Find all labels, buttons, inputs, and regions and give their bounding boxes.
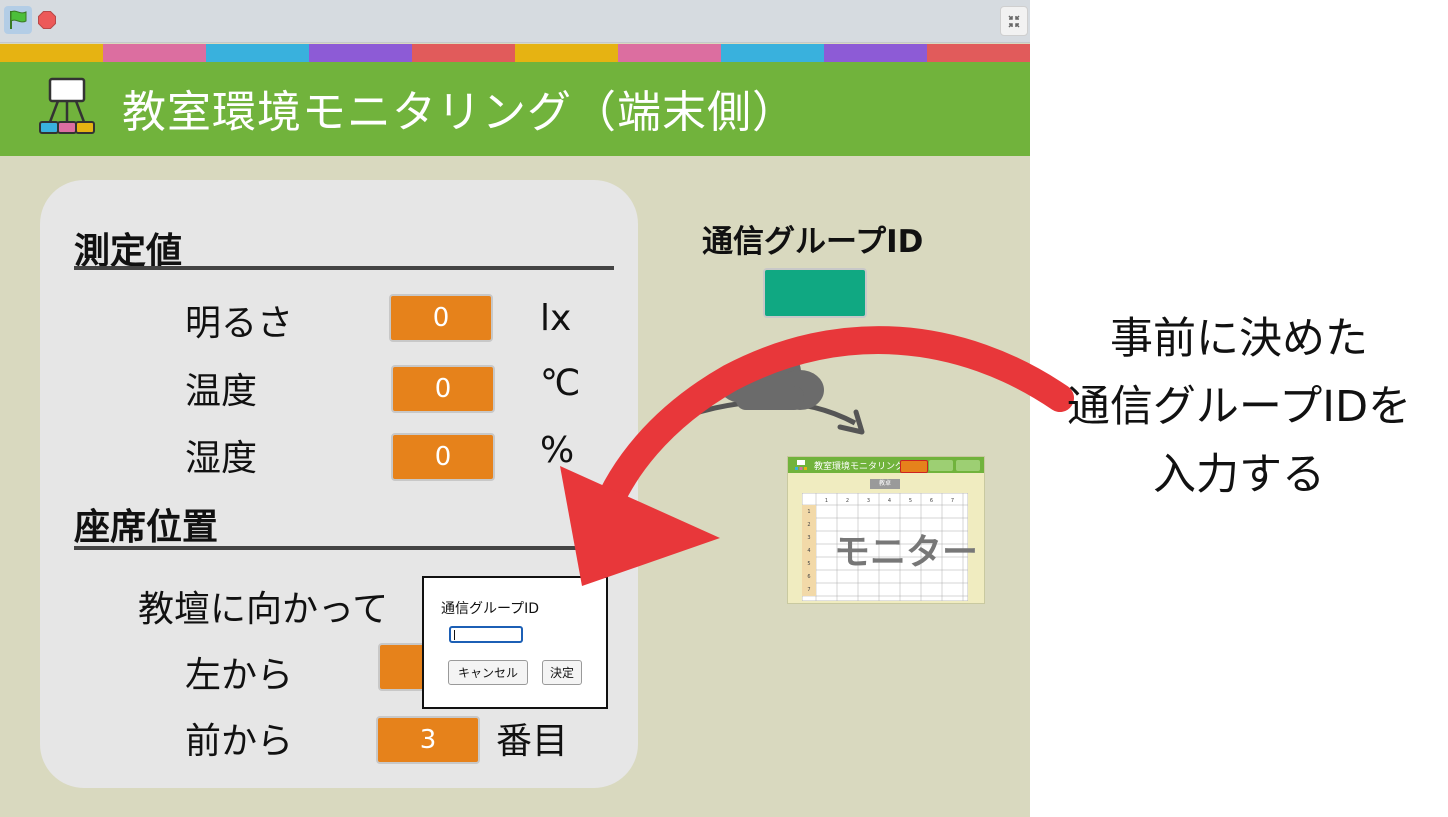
grid-col-header: 6: [930, 498, 933, 504]
brightness-value: 0: [389, 294, 493, 342]
color-strip-segment: [206, 44, 309, 62]
color-strip: [0, 44, 1030, 62]
grid-row-header: 1: [807, 509, 810, 515]
color-strip-segment: [515, 44, 618, 62]
monitor-overlay-text: モニター: [834, 532, 979, 573]
group-id-label: 通信グループID: [702, 224, 924, 260]
group-id-value: [763, 268, 867, 318]
exit-fullscreen-button[interactable]: [1000, 6, 1028, 36]
color-strip-segment: [103, 44, 206, 62]
network-icon: [795, 460, 807, 470]
humidity-unit: %: [540, 430, 575, 471]
temperature-unit: ℃: [540, 363, 581, 404]
grid-row-header: 5: [807, 561, 810, 567]
cloud-icon: [718, 347, 824, 410]
text-caret: [454, 630, 455, 640]
network-icon: [39, 77, 95, 134]
grid-col-header: 5: [909, 498, 912, 504]
humidity-value: 0: [391, 433, 495, 481]
grid-row-header: 4: [807, 548, 810, 554]
grid-col-header: 7: [951, 498, 954, 504]
grid-col-header: 2: [846, 498, 849, 504]
seat-lead-text: 教壇に向かって: [138, 589, 389, 630]
stage-toolbar: [0, 0, 1030, 43]
app-header: 教室環境モニタリング（端末側）: [0, 62, 1030, 156]
cloud-link-diagram: [656, 347, 865, 435]
monitor-app-title: 教室環境モニタリング: [814, 462, 905, 472]
seat-title: 座席位置: [74, 507, 219, 548]
grid-col-header: 4: [888, 498, 891, 504]
annotation-note: 事前に決めた 通信グループIDを 入力する: [1030, 305, 1448, 509]
grid-col-header: 3: [867, 498, 870, 504]
monitor-tab: 教卓: [870, 479, 900, 489]
front-position-label: 前から: [185, 721, 294, 762]
dialog-label: 通信グループID: [441, 601, 540, 617]
temperature-value: 0: [391, 365, 495, 413]
monitor-header: 教室環境モニタリング: [788, 457, 984, 473]
color-strip-segment: [412, 44, 515, 62]
green-flag-button[interactable]: [4, 6, 32, 34]
color-strip-segment: [309, 44, 412, 62]
page-title: 教室環境モニタリング（端末側）: [122, 87, 797, 138]
grid-row-header: 2: [807, 522, 810, 528]
note-line: 通信グループIDを: [1066, 382, 1412, 432]
color-strip-segment: [618, 44, 721, 62]
note-line: 事前に決めた: [1110, 314, 1368, 364]
left-position-label: 左から: [185, 655, 294, 696]
color-strip-segment: [721, 44, 824, 62]
monitor-thumbnail: 教室環境モニタリング 教卓 1 2 3 4 5 6 7 1 2 3 4 5 6 7 モニター: [787, 456, 985, 604]
order-suffix: 番目: [496, 721, 569, 762]
color-strip-segment: [0, 44, 103, 62]
divider: [74, 546, 614, 550]
stop-sign-icon: [38, 11, 56, 29]
cancel-button[interactable]: キャンセル: [448, 660, 528, 685]
temperature-label: 温度: [185, 371, 258, 412]
monitor-button: [929, 460, 953, 471]
stop-button[interactable]: [38, 11, 56, 29]
grid-col-header: 1: [825, 498, 828, 504]
note-line: 入力する: [1153, 450, 1325, 500]
color-strip-segment: [824, 44, 927, 62]
group-id-input[interactable]: [449, 626, 523, 643]
monitor-button: [900, 460, 928, 473]
brightness-label: 明るさ: [185, 303, 294, 344]
divider: [74, 266, 614, 270]
brightness-unit: lx: [540, 298, 572, 339]
grid-row-header: 7: [807, 587, 810, 593]
grid-row-header: 3: [807, 535, 810, 541]
humidity-label: 湿度: [185, 438, 258, 479]
ok-button[interactable]: 決定: [542, 660, 582, 685]
group-id-dialog: 通信グループID キャンセル 決定: [422, 576, 608, 709]
green-flag-icon: [10, 10, 27, 29]
shrink-fullscreen-icon: [1008, 15, 1020, 28]
front-position-value: 3: [376, 716, 480, 764]
stage: 教室環境モニタリング（端末側） 測定値 明るさ 0 lx 温度 0 ℃ 湿度 0…: [0, 0, 1030, 817]
grid-row-header: 6: [807, 574, 810, 580]
monitor-button: [956, 460, 980, 471]
color-strip-segment: [927, 44, 1030, 62]
